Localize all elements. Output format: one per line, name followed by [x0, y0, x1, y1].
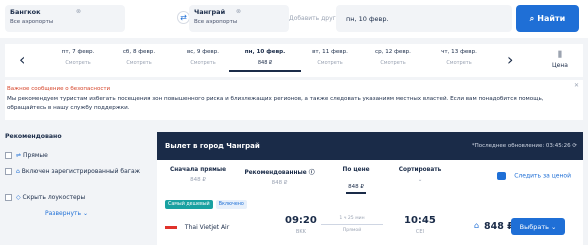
sort-by-price[interactable]: По цене 848 ₽: [334, 167, 378, 194]
results-header: Вылет в город Чанграй *Последнее обновле…: [157, 132, 583, 160]
price-chart-label: Цена: [552, 62, 568, 69]
clear-destination-icon[interactable]: ⊗: [236, 8, 241, 15]
checkbox[interactable]: [5, 152, 12, 159]
baggage-icon: ⌂: [16, 168, 20, 175]
search-button[interactable]: ⌕ Найти: [516, 5, 579, 32]
alert-text: Мы рекомендуем туристам избегать посещен…: [7, 96, 544, 111]
date-value: пн, 10 февр.: [346, 15, 389, 23]
filters-sidebar: Рекомендовано ⇌ Прямые ⌂ Включен зарегис…: [5, 133, 150, 217]
safety-alert: Важное сообщение о безопасности Мы реком…: [5, 80, 583, 120]
select-flight-button[interactable]: Выбрать ⌄: [511, 218, 565, 235]
clear-origin-icon[interactable]: ⊗: [76, 8, 81, 15]
date-item[interactable]: сб, 8 февр. Смотреть: [103, 49, 175, 66]
date-item-selected[interactable]: пн, 10 февр. 848 ₽: [229, 49, 301, 72]
sort-direct-first[interactable]: Сначала прямые 848 ₽: [169, 167, 227, 183]
follow-price-button[interactable]: Следить за ценой: [497, 172, 571, 180]
filter-baggage[interactable]: ⌂ Включен зарегистрированный багаж: [5, 168, 150, 186]
airline: Thai Vietjet Air: [165, 224, 229, 231]
prev-dates-icon[interactable]: ‹: [19, 50, 25, 69]
arrival: 10:45 CEI: [404, 215, 436, 235]
included-badge: Включено: [215, 200, 247, 209]
date-strip: ‹ пт, 7 февр. Смотреть сб, 8 февр. Смотр…: [5, 44, 583, 77]
close-icon[interactable]: ✕: [574, 82, 579, 89]
sort-dropdown[interactable]: Сортировать ⌄: [397, 167, 443, 183]
destination-city: Чанграй: [194, 8, 226, 16]
filters-heading: Рекомендовано: [5, 133, 62, 140]
bar-chart-icon: ⫼: [558, 50, 562, 59]
date-item[interactable]: вт, 11 февр. Смотреть: [294, 49, 366, 66]
next-dates-icon[interactable]: ›: [507, 50, 513, 69]
filter-direct[interactable]: ⇌ Прямые: [5, 152, 150, 160]
date-item[interactable]: чт, 13 февр. Смотреть: [423, 49, 495, 66]
sort-recommended[interactable]: Рекомендованные ⓘ 848 ₽: [242, 167, 317, 186]
search-icon: ⌕: [529, 13, 535, 23]
destination-airports: Все аэропорты: [194, 19, 238, 25]
cheapest-badge: Самый дешевый: [165, 200, 213, 209]
filter-hide-lowcost[interactable]: ◇ Скрыть лоукостеры: [5, 194, 150, 202]
results-title: Вылет в город Чанграй: [165, 142, 260, 150]
origin-city: Бангкок: [10, 8, 41, 16]
results-panel: Вылет в город Чанграй *Последнее обновле…: [157, 132, 583, 245]
airline-logo-icon: [165, 226, 177, 229]
destination-field[interactable]: Чанграй Все аэропорты ⊗: [189, 5, 289, 32]
date-field[interactable]: пн, 10 февр.: [336, 5, 512, 32]
origin-airports: Все аэропорты: [10, 19, 54, 25]
flight-tags: Самый дешевый Включено: [165, 200, 247, 209]
chevron-down-icon: ⌄: [550, 222, 557, 231]
flight-duration: 1 ч 25 мин Прямой: [321, 216, 383, 233]
chevron-down-icon: ⌄: [417, 177, 423, 183]
refresh-icon[interactable]: ⟳: [572, 143, 577, 149]
chevron-down-icon: ⌄: [82, 210, 88, 217]
origin-field[interactable]: Бангкок Все аэропорты ⊗: [5, 5, 125, 32]
checkbox[interactable]: [5, 194, 12, 201]
luggage-icon: ⌂: [474, 221, 480, 230]
sort-bar: Сначала прямые 848 ₽ Рекомендованные ⓘ 8…: [157, 160, 583, 194]
flight-card[interactable]: Самый дешевый Включено Thai Vietjet Air …: [157, 195, 583, 245]
tag-icon: ◇: [16, 194, 21, 201]
flight-price: 848 ₽: [484, 221, 514, 232]
search-button-label: Найти: [537, 14, 566, 23]
checkbox[interactable]: [5, 168, 12, 175]
direct-icon: ⇌: [16, 152, 22, 159]
expand-filters-link[interactable]: Развернуть ⌄: [45, 210, 150, 217]
last-updated: *Последнее обновление: 03:45:26 ⟳: [471, 143, 577, 149]
departure: 09:20 BKK: [285, 215, 317, 235]
alert-title: Важное сообщение о безопасности: [7, 86, 111, 92]
date-item[interactable]: ср, 12 февр. Смотреть: [357, 49, 429, 66]
bell-icon: [497, 172, 507, 180]
route-line: [321, 224, 383, 225]
search-bar: Бангкок Все аэропорты ⊗ ⇄ Чанграй Все аэ…: [0, 0, 588, 38]
price-chart-button[interactable]: ⫼ Цена: [537, 50, 583, 69]
add-other-field[interactable]: Добавить другой: [289, 5, 343, 32]
